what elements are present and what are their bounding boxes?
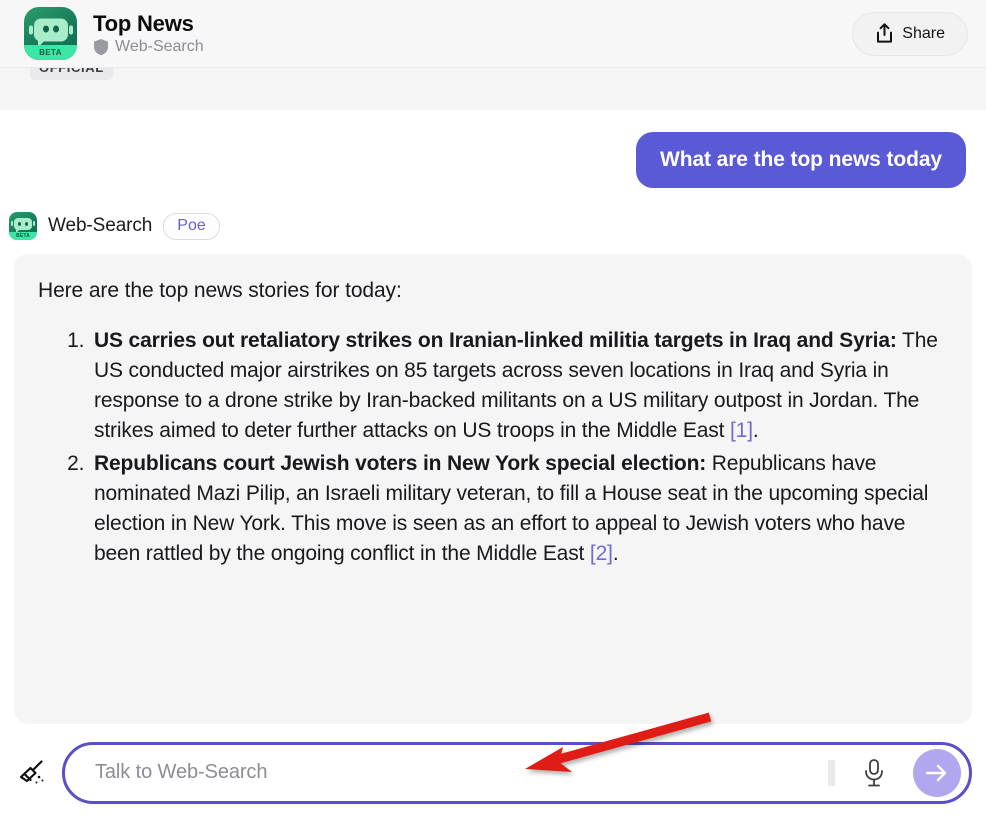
poe-chip-label: Poe: [177, 216, 206, 234]
robot-ear-right: [68, 25, 73, 35]
microphone-button[interactable]: [857, 756, 891, 790]
composer-bar: [0, 728, 986, 817]
robot-ear-left: [28, 25, 33, 35]
bot-name: Web-Search: [48, 215, 153, 236]
news-item-tail: .: [752, 419, 759, 443]
microphone-icon: [865, 758, 883, 786]
header-subtitle-row: Web-Search: [93, 37, 204, 56]
news-item-title: US carries out retaliatory strikes on Ir…: [94, 329, 897, 353]
robot-face-icon-small: [11, 218, 35, 231]
beta-badge-label: BETA: [39, 47, 62, 57]
beta-badge-small-label: BETA: [16, 232, 30, 239]
list-item: Republicans court Jewish voters in New Y…: [90, 449, 948, 569]
news-item-title: Republicans court Jewish voters in New Y…: [94, 451, 707, 475]
share-button-label: Share: [902, 24, 945, 42]
send-button[interactable]: [913, 748, 961, 797]
chat-scroll-area[interactable]: OFFICIAL What are the top news today BET…: [0, 68, 986, 817]
news-item-tail: .: [612, 541, 619, 565]
official-badge-label: OFFICIAL: [39, 68, 104, 75]
share-button[interactable]: Share: [852, 11, 968, 56]
news-list: US carries out retaliatory strikes on Ir…: [38, 326, 948, 568]
composer-input[interactable]: [95, 761, 822, 784]
user-message-bubble: What are the top news today: [636, 132, 966, 188]
robot-eye-left: [42, 25, 49, 33]
user-message-row: What are the top news today: [0, 110, 986, 188]
robot-eye-left-small: [18, 222, 21, 227]
composer-divider: [828, 759, 835, 786]
header-titles: Top News Web-Search: [93, 11, 204, 56]
bot-message-header: BETA Web-Search Poe: [0, 188, 986, 240]
list-item: US carries out retaliatory strikes on Ir…: [90, 326, 948, 446]
robot-ear-left-small: [11, 221, 13, 227]
robot-face-icon: [28, 18, 73, 42]
page-title: Top News: [93, 10, 194, 36]
header-subtitle: Web-Search: [115, 38, 204, 56]
send-arrow-icon: [925, 764, 947, 781]
bot-intro-text: Here are the top news stories for today:: [38, 279, 402, 302]
robot-eye-right: [52, 25, 59, 33]
citation-link[interactable]: [2]: [590, 542, 613, 565]
official-badge: OFFICIAL: [30, 68, 113, 80]
previous-message-tail: OFFICIAL: [0, 68, 986, 110]
bot-avatar[interactable]: BETA: [24, 7, 77, 60]
beta-badge-small: BETA: [9, 232, 37, 240]
poe-chat-window: BETA Top News Web-Search Share What are …: [0, 0, 986, 817]
broom-clear-icon: [19, 759, 44, 783]
shield-icon: [94, 38, 108, 55]
bot-message-bubble: Here are the top news stories for today:…: [14, 254, 972, 724]
clear-chat-button[interactable]: [6, 754, 62, 792]
robot-eye-right-small: [25, 222, 28, 227]
beta-badge: BETA: [24, 45, 77, 60]
share-upload-icon: [877, 23, 893, 43]
bot-avatar-small[interactable]: BETA: [9, 212, 37, 240]
composer-input-shell[interactable]: [62, 741, 972, 804]
app-header: BETA Top News Web-Search Share: [0, 0, 986, 68]
citation-link[interactable]: [1]: [730, 419, 753, 442]
poe-chip[interactable]: Poe: [163, 212, 220, 240]
robot-ear-right-small: [33, 221, 35, 227]
